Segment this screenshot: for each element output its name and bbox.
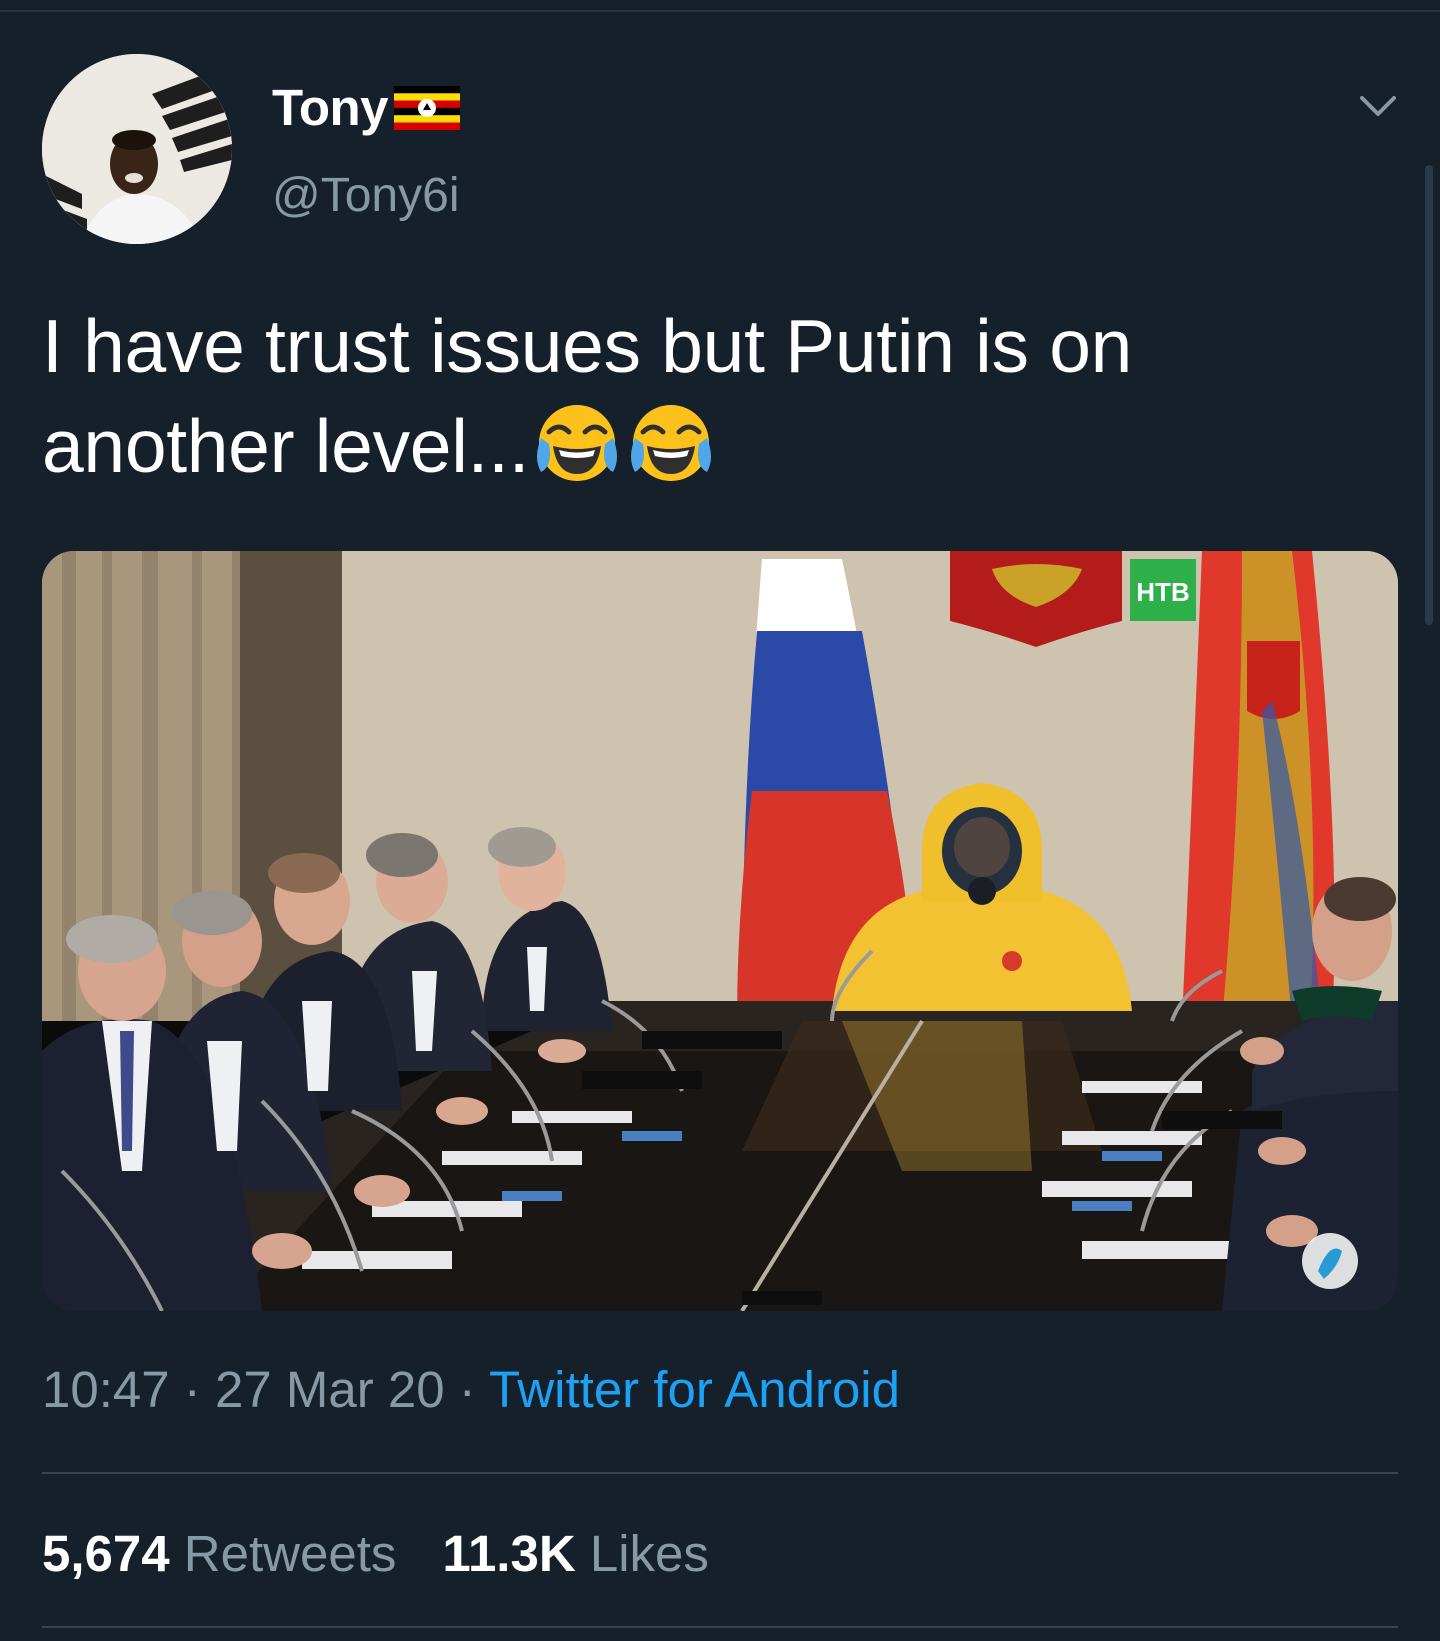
- user-name-row[interactable]: Tony: [272, 78, 461, 137]
- tweet-source-link[interactable]: Twitter for Android: [489, 1361, 900, 1418]
- user-handle[interactable]: @Tony6i: [272, 168, 459, 223]
- ntv-logo: НТВ: [1136, 577, 1189, 607]
- tweet-date: 27 Mar 20: [214, 1361, 445, 1418]
- tweet-media-image[interactable]: НТВ: [42, 551, 1398, 1311]
- likes-label: Likes: [589, 1525, 709, 1582]
- meta-separator: ·: [444, 1361, 489, 1418]
- face-with-tears-of-joy-icon: [531, 400, 623, 510]
- divider: [42, 1472, 1398, 1474]
- avatar-image: [42, 54, 232, 244]
- tweet-meta: 10:47 · 27 Mar 20 · Twitter for Android: [42, 1360, 900, 1419]
- meta-separator: ·: [169, 1361, 215, 1418]
- likes-count: 11.3K: [442, 1525, 576, 1582]
- tweet-time: 10:47: [42, 1361, 170, 1418]
- face-with-tears-of-joy-icon: [625, 400, 717, 510]
- retweets-label: Retweets: [183, 1525, 397, 1582]
- top-divider: [0, 10, 1440, 12]
- likes-stat[interactable]: 11.3K Likes: [442, 1524, 709, 1583]
- chevron-down-icon[interactable]: [1358, 88, 1398, 124]
- uganda-flag-icon: [394, 86, 461, 135]
- tweet-stats: 5,674 Retweets 11.3K Likes: [42, 1524, 755, 1583]
- retweets-count: 5,674: [42, 1525, 170, 1582]
- meeting-photo: НТВ: [42, 551, 1398, 1311]
- scrollbar[interactable]: [1425, 165, 1433, 625]
- user-name: Tony: [272, 79, 389, 136]
- retweets-stat[interactable]: 5,674 Retweets: [42, 1524, 396, 1583]
- divider: [42, 1626, 1398, 1628]
- tweet-text: I have trust issues but Putin is on anot…: [42, 296, 1382, 510]
- avatar[interactable]: [42, 54, 232, 244]
